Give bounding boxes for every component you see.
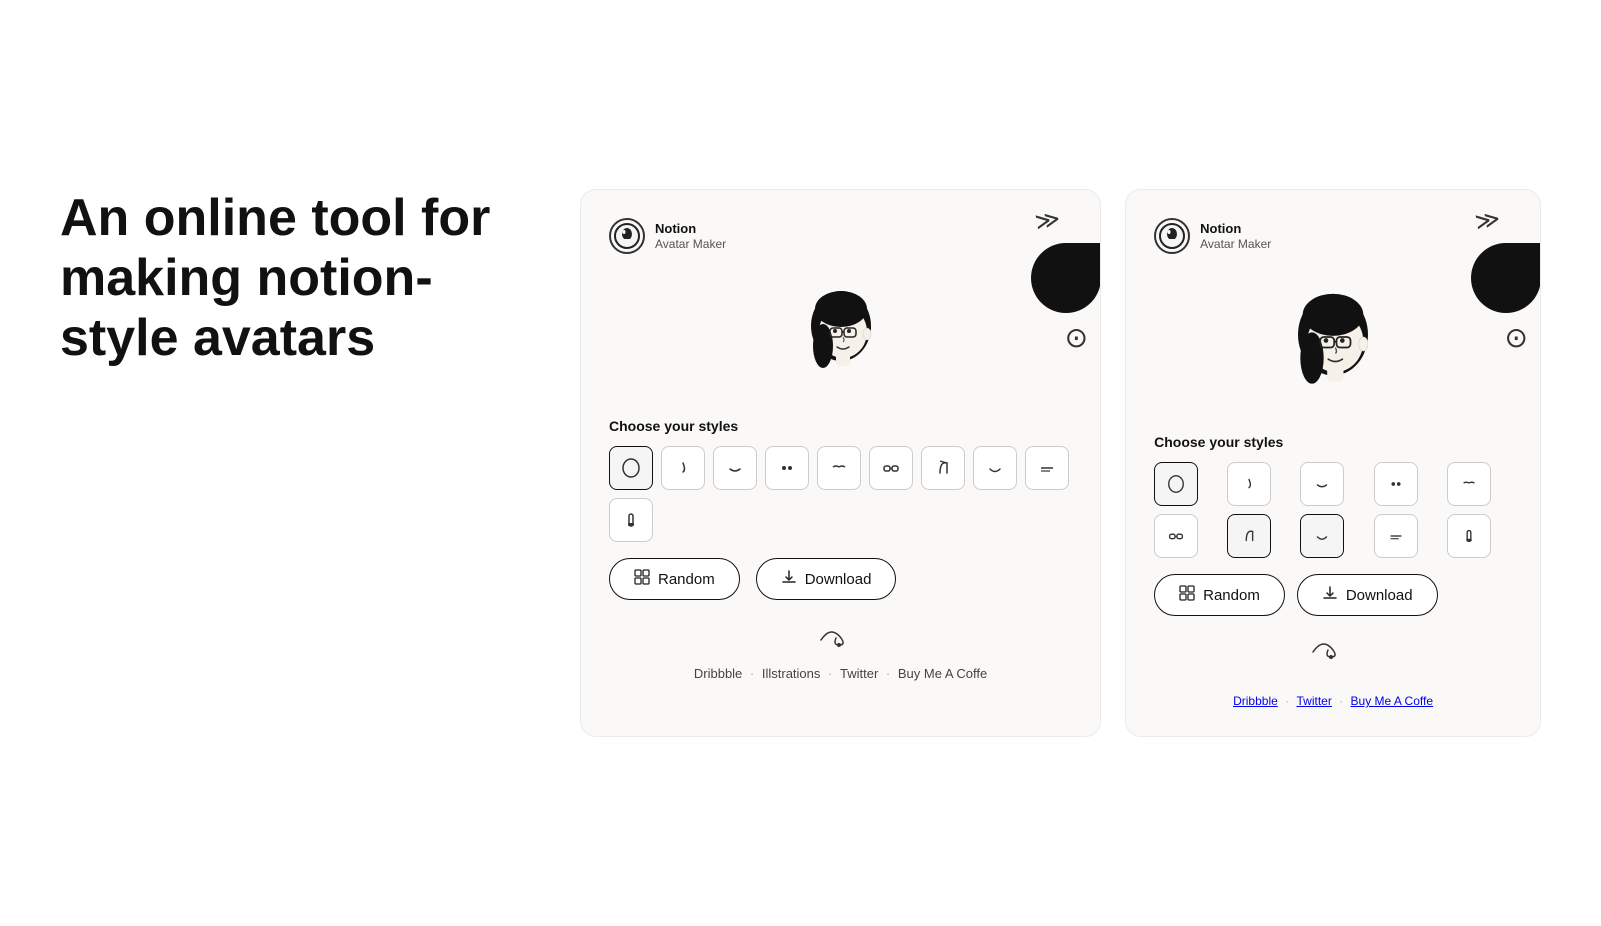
download-button-large[interactable]: Download <box>756 558 897 600</box>
footer-illustrations-large[interactable]: Illstrations <box>762 666 821 681</box>
footer-links-small: Dribbble · Twitter · Buy Me A Coffe <box>1154 694 1512 708</box>
hero-title-line1: An online tool for <box>60 189 490 247</box>
download-button-small[interactable]: Download <box>1297 574 1438 616</box>
footer-buycoffe-small[interactable]: Buy Me A Coffe <box>1351 694 1434 708</box>
deco-lines-large: ≫ <box>1033 204 1063 237</box>
style-accessory[interactable] <box>609 498 653 542</box>
avatar-svg-large <box>781 274 901 394</box>
style-eyebrows-sm[interactable] <box>1447 462 1491 506</box>
card-header-small: Notion Avatar Maker <box>1154 218 1512 254</box>
bottom-swirl-small <box>1154 632 1512 662</box>
style-hair[interactable] <box>921 446 965 490</box>
deco-lines-small: ≫ <box>1473 204 1503 237</box>
logo-icon-large <box>609 218 645 254</box>
app-name-small: Notion Avatar Maker <box>1200 221 1271 251</box>
random-icon-small <box>1179 585 1195 605</box>
app-title-large: Notion <box>655 221 726 237</box>
footer-links-large: Dribbble · Illstrations · Twitter · Buy … <box>609 666 1072 681</box>
style-glasses[interactable] <box>869 446 913 490</box>
cards-section: Notion Avatar Maker ≫ ⊙ <box>580 189 1541 737</box>
footer-twitter-small[interactable]: Twitter <box>1296 694 1331 708</box>
app-subtitle-large: Avatar Maker <box>655 237 726 251</box>
hero-title-line2: making notion-style avatars <box>60 249 433 367</box>
app-name-large: Notion Avatar Maker <box>655 221 726 251</box>
style-smile[interactable] <box>973 446 1017 490</box>
page-container: An online tool for making notion-style a… <box>60 189 1541 737</box>
style-eyebrows[interactable] <box>817 446 861 490</box>
random-button-large[interactable]: Random <box>609 558 740 600</box>
deco-circle-large <box>1031 243 1101 313</box>
swirl-svg-large <box>811 620 871 650</box>
style-mouth[interactable] <box>713 446 757 490</box>
style-face-sm[interactable] <box>1154 462 1198 506</box>
logo-svg-large <box>613 222 641 250</box>
random-icon-large <box>634 569 650 589</box>
app-title-small: Notion <box>1200 221 1271 237</box>
style-accessory-sm[interactable] <box>1447 514 1491 558</box>
deco-spiral-large: ⊙ <box>1065 321 1088 354</box>
app-subtitle-small: Avatar Maker <box>1200 237 1271 251</box>
left-section: An online tool for making notion-style a… <box>60 189 540 408</box>
card-small: Notion Avatar Maker ≫ ⊙ <box>1125 189 1541 737</box>
button-row-small: Random Download <box>1154 574 1512 616</box>
style-glasses-sm[interactable] <box>1154 514 1198 558</box>
deco-circle-small <box>1471 243 1541 313</box>
random-label-small: Random <box>1203 587 1260 604</box>
style-eyes[interactable] <box>765 446 809 490</box>
avatar-svg-small <box>1263 274 1403 414</box>
corner-decoration-large: ≫ ⊙ <box>1031 206 1100 354</box>
avatar-preview-large <box>609 274 1072 394</box>
footer-buycoffe-large[interactable]: Buy Me A Coffe <box>898 666 987 681</box>
style-options-large <box>609 446 1072 542</box>
style-face[interactable] <box>609 446 653 490</box>
avatar-preview-small <box>1154 274 1512 414</box>
style-eyes-sm[interactable] <box>1374 462 1418 506</box>
download-label-large: Download <box>805 571 872 588</box>
logo-icon-small <box>1154 218 1190 254</box>
styles-label-small: Choose your styles <box>1154 434 1512 450</box>
footer-dribbble-large[interactable]: Dribbble <box>694 666 742 681</box>
button-row-large: Random Download <box>609 558 1072 600</box>
download-icon-small <box>1322 585 1338 605</box>
random-label-large: Random <box>658 571 715 588</box>
download-label-small: Download <box>1346 587 1413 604</box>
style-nose[interactable] <box>661 446 705 490</box>
corner-decoration-small: ≫ ⊙ <box>1471 206 1540 354</box>
style-nose-sm[interactable] <box>1227 462 1271 506</box>
download-icon-large <box>781 569 797 589</box>
card-large: Notion Avatar Maker ≫ ⊙ <box>580 189 1101 737</box>
deco-spiral-small: ⊙ <box>1505 321 1528 354</box>
card-header-large: Notion Avatar Maker <box>609 218 1072 254</box>
bottom-swirl-large <box>609 620 1072 650</box>
style-smile-sm[interactable] <box>1300 514 1344 558</box>
style-mouth-sm[interactable] <box>1300 462 1344 506</box>
style-dash[interactable] <box>1025 446 1069 490</box>
footer-dribbble-small[interactable]: Dribbble <box>1233 694 1278 708</box>
swirl-svg-small <box>1303 632 1363 662</box>
logo-svg-small <box>1158 222 1186 250</box>
style-options-small <box>1154 462 1512 558</box>
random-button-small[interactable]: Random <box>1154 574 1285 616</box>
styles-label-large: Choose your styles <box>609 418 1072 434</box>
hero-title: An online tool for making notion-style a… <box>60 189 540 368</box>
style-hair-sm[interactable] <box>1227 514 1271 558</box>
style-dash-sm[interactable] <box>1374 514 1418 558</box>
footer-twitter-large[interactable]: Twitter <box>840 666 878 681</box>
